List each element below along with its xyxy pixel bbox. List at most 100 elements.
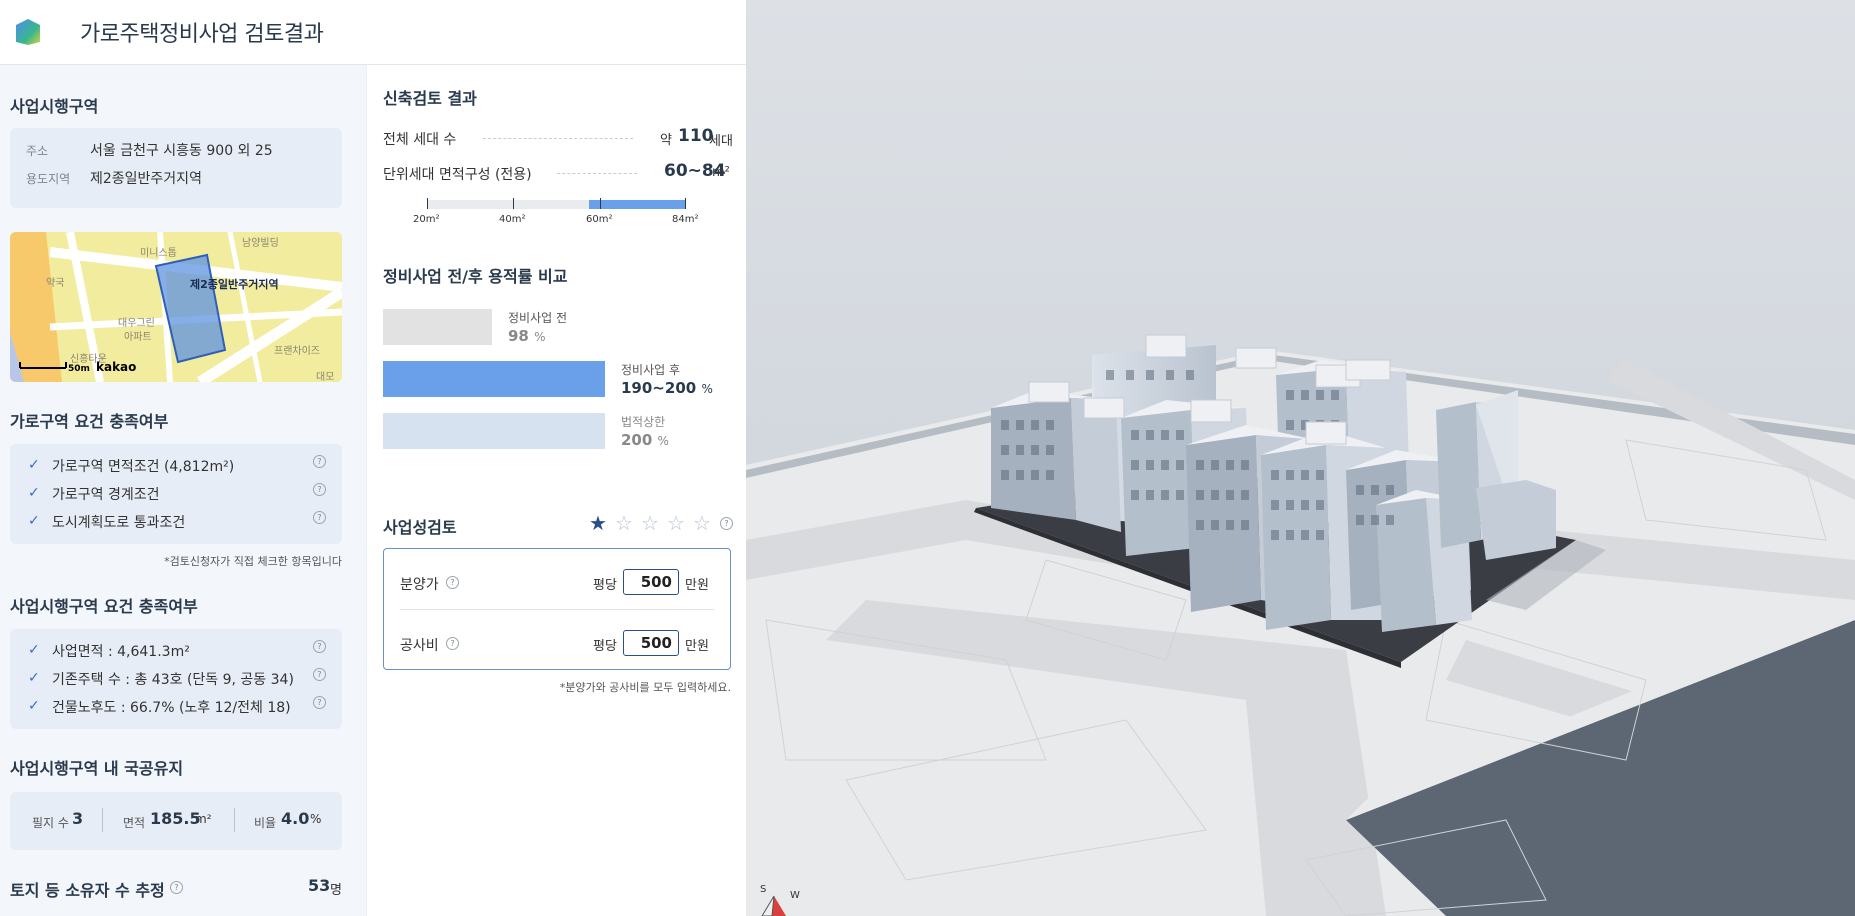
unit-area-label: 단위세대 면적구성 (전용) xyxy=(383,167,532,183)
app-logo-icon[interactable] xyxy=(14,18,42,46)
zone-key: 용도지역 xyxy=(26,172,71,186)
far-before-value: 98 % xyxy=(508,327,546,345)
ratio-value: 4.0 xyxy=(281,809,310,828)
households-prefix: 약 xyxy=(660,133,672,148)
ratio-key: 비율 xyxy=(254,816,277,830)
site-section-title: 사업시행구역 xyxy=(10,97,99,116)
divider xyxy=(234,808,235,832)
svg-text:S: S xyxy=(760,884,766,895)
leader-dots xyxy=(557,173,637,174)
sale-price-input[interactable]: 500 xyxy=(623,569,679,595)
garo-note: *검토신청자가 직접 체크한 항목입니다 xyxy=(164,555,342,568)
svg-text:W: W xyxy=(790,890,800,901)
kakao-logo: kakao xyxy=(96,360,137,374)
garo-card: ✓ 가로구역 면적조건 (4,812m²) ? ✓ 가로구역 경계조건 ? ✓ 도시계… xyxy=(10,444,342,544)
header: 가로주택정비사업 검토결과 xyxy=(0,0,746,65)
check-icon: ✓ xyxy=(28,642,40,658)
public-land-card: 필지 수 3 면적 185.5 m² 비율 4.0 % xyxy=(10,792,342,850)
lots-value: 3 xyxy=(72,809,84,828)
zone-value: 제2종일반주거지역 xyxy=(90,171,202,187)
garo-section-title: 가로구역 요건 충족여부 xyxy=(10,412,169,431)
scale-tick xyxy=(685,198,686,209)
unit-area-unit: m² xyxy=(712,165,730,180)
scale-tick-label: 20m² xyxy=(413,214,440,225)
scale-tick-label: 60m² xyxy=(586,214,613,225)
far-after-value: 190~200 % xyxy=(621,379,713,397)
ratio-unit: % xyxy=(310,812,322,826)
star-icon: ★ xyxy=(589,511,607,535)
address-key: 주소 xyxy=(26,144,49,158)
address-value: 서울 금천구 시흥동 900 외 25 xyxy=(90,143,273,159)
rating-stars: ★ ☆ ☆ ☆ ☆ xyxy=(589,511,711,535)
area-range-fill xyxy=(588,200,686,209)
scale-tick xyxy=(600,198,601,209)
sale-unit: 만원 xyxy=(685,578,709,593)
3d-viewer[interactable]: S W xyxy=(746,0,1855,916)
map-scale-label: 50m xyxy=(68,364,90,374)
scale-tick-label: 84m² xyxy=(672,214,699,225)
star-icon: ☆ xyxy=(641,511,659,535)
scale-tick xyxy=(513,198,514,209)
far-title: 정비사업 전/후 용적률 비교 xyxy=(383,267,568,286)
cost-label: 공사비 xyxy=(400,638,439,654)
review-column: 신축검토 결과 전체 세대 수 약 110 세대 단위세대 면적구성 (전용) … xyxy=(366,65,747,916)
help-icon[interactable]: ? xyxy=(313,668,326,681)
far-legal-value: 200 % xyxy=(621,431,669,449)
site-info-card: 주소 서울 금천구 시흥동 900 외 25 용도지역 제2종일반주거지역 xyxy=(10,128,342,208)
households-label: 전체 세대 수 xyxy=(383,132,457,148)
far-after-bar xyxy=(383,361,605,397)
help-icon[interactable]: ? xyxy=(446,576,459,589)
lots-key: 필지 수 xyxy=(32,816,69,830)
result-panel: 가로주택정비사업 검토결과 사업시행구역 주소 서울 금천구 시흥동 900 외… xyxy=(0,0,747,916)
check-icon: ✓ xyxy=(28,698,40,714)
area-unit: m² xyxy=(195,812,212,826)
help-icon[interactable]: ? xyxy=(313,483,326,496)
area-value: 185.5 xyxy=(150,809,201,828)
check-icon: ✓ xyxy=(28,457,40,473)
map-place-label: 남양빌딩 xyxy=(242,238,279,249)
star-icon: ☆ xyxy=(693,511,711,535)
scale-tick xyxy=(427,198,428,209)
far-legal-bar xyxy=(383,413,605,449)
map-place-label: 미니스톱 xyxy=(140,248,177,259)
site-info-column: 사업시행구역 주소 서울 금천구 시흥동 900 외 25 용도지역 제2종일반… xyxy=(0,65,366,916)
check-icon: ✓ xyxy=(28,513,40,529)
map-place-label: 약국 xyxy=(46,278,65,289)
check-icon: ✓ xyxy=(28,485,40,501)
site-map[interactable]: 미니스톱 남양빌딩 약국 대우그린 아파트 프랜차이즈 신흥타운 대모 제2종일… xyxy=(10,232,342,382)
help-icon[interactable]: ? xyxy=(313,640,326,653)
star-icon: ☆ xyxy=(667,511,685,535)
check-icon: ✓ xyxy=(28,670,40,686)
divider xyxy=(102,808,103,832)
owners-value: 53 xyxy=(308,876,331,895)
far-before-label: 정비사업 전 xyxy=(508,311,568,325)
business-input-card: 분양가 ? 평당 500 만원 공사비 ? 평당 500 만원 xyxy=(383,548,731,670)
project-section-title: 사업시행구역 요건 충족여부 xyxy=(10,597,198,616)
cost-prefix: 평당 xyxy=(593,639,617,654)
help-icon[interactable]: ? xyxy=(446,637,459,650)
divider xyxy=(400,609,714,610)
households-unit: 세대 xyxy=(709,134,733,149)
help-icon[interactable]: ? xyxy=(313,511,326,524)
help-icon[interactable]: ? xyxy=(313,696,326,709)
help-icon[interactable]: ? xyxy=(170,881,183,894)
leader-dots xyxy=(483,138,633,139)
cost-unit: 만원 xyxy=(685,639,709,654)
map-zone-label: 제2종일반주거지역 xyxy=(190,278,279,291)
owners-title: 토지 등 소유자 수 추정 xyxy=(10,881,165,900)
project-card: ✓ 사업면적 : 4,641.3m² ? ✓ 기존주택 수 : 총 43호 (단독 … xyxy=(10,629,342,729)
page-title: 가로주택정비사업 검토결과 xyxy=(80,22,324,47)
map-place-label: 대모 xyxy=(316,372,335,382)
help-icon[interactable]: ? xyxy=(313,455,326,468)
help-icon[interactable]: ? xyxy=(720,517,733,530)
scale-tick-label: 40m² xyxy=(499,214,526,225)
business-note: *분양가와 공사비를 모두 입력하세요. xyxy=(559,681,731,694)
area-scale-track xyxy=(427,198,686,209)
area-key: 면적 xyxy=(123,816,146,830)
far-after-label: 정비사업 후 xyxy=(621,363,681,377)
newbuild-title: 신축검토 결과 xyxy=(383,89,477,108)
map-place-label: 프랜차이즈 xyxy=(274,346,320,357)
construction-cost-input[interactable]: 500 xyxy=(623,630,679,656)
star-icon: ☆ xyxy=(615,511,633,535)
far-before-bar xyxy=(383,309,492,345)
